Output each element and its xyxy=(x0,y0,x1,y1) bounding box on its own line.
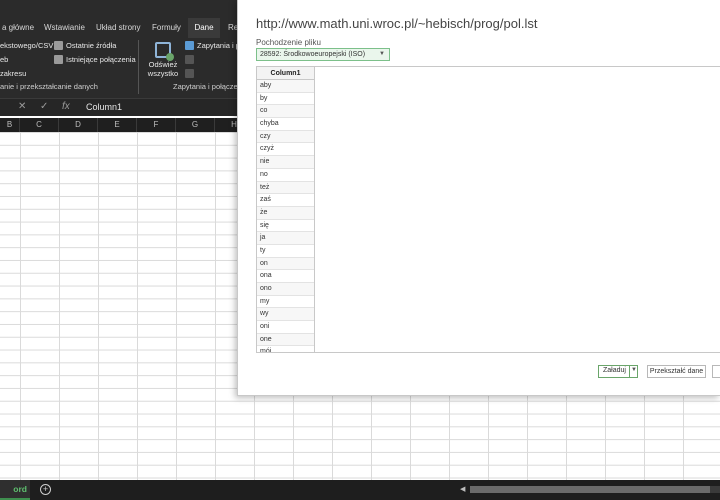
tab-home[interactable]: a główne xyxy=(0,18,38,38)
properties-icon xyxy=(185,55,194,64)
get-transform-group-label: anie i przekształcanie danych xyxy=(0,82,98,91)
table-row: czy xyxy=(257,130,314,144)
table-row: ona xyxy=(257,270,314,283)
tab-data[interactable]: Dane xyxy=(188,18,220,38)
load-button-label: Załaduj xyxy=(603,367,626,374)
file-origin-select[interactable]: 28592: Środkowoeuropejski (ISO) ▼ xyxy=(256,48,390,61)
recent-sources-label: Ostatnie źródła xyxy=(66,41,117,50)
from-web-button[interactable]: eb xyxy=(0,55,8,64)
scrollbar-track[interactable] xyxy=(470,486,720,493)
table-row: chyba xyxy=(257,118,314,131)
load-split-divider xyxy=(629,366,630,377)
edit-links-button xyxy=(185,69,194,78)
refresh-all-button[interactable]: Odśwież wszystko xyxy=(143,42,183,82)
from-range-button[interactable]: zakresu xyxy=(0,69,26,78)
table-row: zaś xyxy=(257,194,314,207)
scrollbar-thumb[interactable] xyxy=(470,486,710,493)
queries-connections-icon xyxy=(185,41,194,50)
existing-connections-button[interactable]: Istniejące połączenia xyxy=(54,55,136,64)
data-preview: Column1 aby by co chyba czy czyż nie no też zaś że… xyxy=(256,66,720,353)
sheet-tab[interactable]: ord xyxy=(0,480,30,500)
tab-page-layout[interactable]: Układ strony xyxy=(92,18,144,38)
preview-column-header: Column1 xyxy=(257,67,314,80)
table-row: wy xyxy=(257,308,314,322)
file-origin-label: Pochodzenie pliku xyxy=(256,38,321,47)
from-text-csv-button[interactable]: ekstowego/CSV xyxy=(0,41,53,50)
dialog-title: http://www.math.uni.wroc.pl/~hebisch/pro… xyxy=(256,16,538,31)
excel-window: a główne Wstawianie Układ strony Formuły… xyxy=(0,0,720,500)
cancel-icon[interactable]: ✕ xyxy=(18,101,26,112)
table-row: że xyxy=(257,206,314,220)
table-row: nie xyxy=(257,156,314,169)
table-row: oni xyxy=(257,321,314,334)
recent-sources-icon xyxy=(54,41,63,50)
insert-function-icon[interactable]: fx xyxy=(62,101,70,112)
column-header-e[interactable]: E xyxy=(98,118,137,132)
horizontal-scrollbar[interactable]: ◀ xyxy=(460,485,720,494)
refresh-all-label-2: wszystko xyxy=(147,69,179,78)
tab-formulas[interactable]: Formuły xyxy=(148,18,185,38)
existing-connections-icon xyxy=(54,55,63,64)
sheet-bar: ord + ◀ xyxy=(0,480,720,500)
table-row: ty xyxy=(257,245,314,258)
table-row: też xyxy=(257,181,314,195)
table-row: aby xyxy=(257,80,314,93)
table-row: co xyxy=(257,105,314,119)
from-web-label: eb xyxy=(0,55,9,64)
from-range-label: zakresu xyxy=(0,69,27,78)
table-row: ono xyxy=(257,283,314,296)
scroll-left-icon[interactable]: ◀ xyxy=(460,485,468,494)
file-origin-value: 28592: Środkowoeuropejski (ISO) xyxy=(260,51,366,58)
table-row: my xyxy=(257,296,314,309)
cancel-button[interactable] xyxy=(712,365,720,378)
column-header-d[interactable]: D xyxy=(59,118,98,132)
load-dropdown-icon[interactable]: ▼ xyxy=(631,367,637,373)
queries-connections-button[interactable]: Zapytania i p xyxy=(185,41,240,50)
transform-data-button[interactable]: Przekształć dane xyxy=(647,365,706,378)
column-header-c[interactable]: C xyxy=(20,118,59,132)
import-preview-dialog: http://www.math.uni.wroc.pl/~hebisch/pro… xyxy=(237,0,720,396)
table-row: ja xyxy=(257,232,314,245)
table-row: czyż xyxy=(257,143,314,157)
tab-insert[interactable]: Wstawianie xyxy=(40,18,89,38)
table-row: one xyxy=(257,333,314,347)
queries-connections-label: Zapytania i p xyxy=(197,41,240,50)
table-row: no xyxy=(257,169,314,182)
refresh-all-label-1: Odśwież xyxy=(148,60,178,69)
existing-connections-label: Istniejące połączenia xyxy=(66,55,136,64)
recent-sources-button[interactable]: Ostatnie źródła xyxy=(54,41,116,50)
column-header-b[interactable]: B xyxy=(0,118,20,132)
edit-links-icon xyxy=(185,69,194,78)
column-header-f[interactable]: F xyxy=(137,118,176,132)
properties-button xyxy=(185,55,194,64)
formula-input[interactable]: Column1 xyxy=(86,102,122,112)
column-header-g[interactable]: G xyxy=(176,118,215,132)
table-row: mój xyxy=(257,346,314,352)
chevron-down-icon: ▼ xyxy=(379,51,385,57)
enter-icon[interactable]: ✓ xyxy=(40,101,48,112)
table-row: on xyxy=(257,257,314,271)
load-button[interactable]: Załaduj ▼ xyxy=(598,365,638,378)
queries-group-label: Zapytania i połączen xyxy=(173,82,242,91)
add-sheet-icon[interactable]: + xyxy=(40,484,51,495)
ribbon-separator xyxy=(138,40,139,94)
table-row: się xyxy=(257,220,314,233)
refresh-all-icon xyxy=(155,42,174,61)
table-row: by xyxy=(257,93,314,106)
preview-table: Column1 aby by co chyba czy czyż nie no też zaś że… xyxy=(257,67,315,352)
from-text-csv-label: ekstowego/CSV xyxy=(0,41,54,50)
